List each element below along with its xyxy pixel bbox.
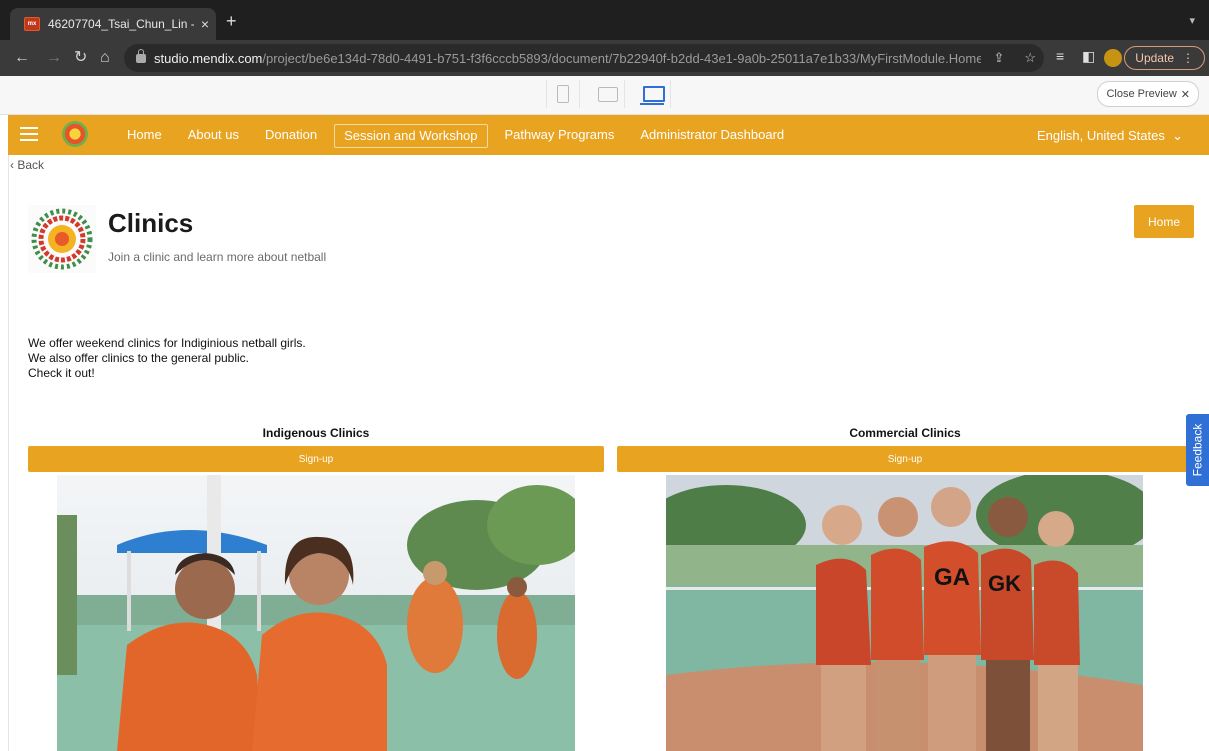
extension-icon[interactable]	[1104, 49, 1122, 67]
svg-text:GK: GK	[988, 571, 1021, 596]
commercial-clinics-heading: Commercial Clinics	[849, 426, 961, 440]
update-label: Update	[1135, 51, 1174, 65]
laptop-icon	[640, 86, 665, 105]
svg-text:GA: GA	[934, 564, 970, 591]
page-left-border	[8, 155, 9, 751]
browser-tab-bar: mx 46207704_Tsai_Chun_Lin - [H × + ▾	[0, 0, 1209, 40]
language-label: English, United States	[1036, 128, 1165, 143]
tablet-view-button[interactable]	[592, 80, 625, 108]
intro-line: Check it out!	[28, 366, 95, 380]
reload-icon[interactable]: ↻	[74, 48, 87, 68]
close-tab-icon[interactable]: ×	[194, 16, 216, 32]
back-arrow-icon[interactable]: ←	[14, 48, 30, 68]
nav-menu: Home About us Donation Session and Works…	[118, 124, 801, 148]
close-preview-label: Close Preview	[1106, 88, 1177, 100]
commercial-clinic-photo: GA GK	[666, 475, 1143, 751]
reading-list-icon[interactable]: ≡	[1056, 48, 1064, 64]
tab-title: 46207704_Tsai_Chun_Lin - [H	[48, 17, 194, 31]
language-selector[interactable]: English, United States ⌄	[1037, 128, 1183, 144]
more-vertical-icon: ⋮	[1182, 51, 1194, 65]
commercial-signup-button[interactable]: Sign-up	[617, 446, 1193, 472]
address-bar[interactable]: studio.mendix.com /project/be6e134d-78d0…	[124, 44, 1044, 72]
new-tab-icon[interactable]: +	[226, 12, 237, 30]
nav-item-donation[interactable]: Donation	[256, 124, 326, 146]
close-preview-button[interactable]: Close Preview ✕	[1097, 81, 1199, 107]
indigenous-clinics-heading: Indigenous Clinics	[262, 426, 370, 440]
url-path: /project/be6e134d-78d0-4491-b751-f3f6ccc…	[262, 50, 982, 66]
desktop-view-button[interactable]	[638, 80, 671, 108]
intro-line: We offer weekend clinics for Indiginious…	[28, 336, 306, 350]
close-icon: ✕	[1180, 88, 1190, 101]
nav-item-session-and-workshop[interactable]: Session and Workshop	[334, 124, 488, 148]
intro-line: We also offer clinics to the general pub…	[28, 351, 250, 365]
update-button[interactable]: Update ⋮	[1124, 46, 1205, 70]
tab-search-chevron-icon[interactable]: ▾	[1189, 14, 1195, 27]
home-icon[interactable]: ⌂	[100, 48, 110, 68]
indigenous-signup-button[interactable]: Sign-up	[28, 446, 604, 472]
app-navigation-bar: Home About us Donation Session and Works…	[8, 115, 1209, 155]
indigenous-clinic-photo	[57, 475, 575, 751]
page-subtitle: Join a clinic and learn more about netba…	[108, 250, 327, 264]
tablet-icon	[598, 86, 618, 102]
phone-icon	[557, 85, 569, 103]
site-logo-icon[interactable]	[62, 121, 88, 147]
back-link[interactable]: ‹ Back	[10, 158, 44, 172]
lock-icon	[136, 48, 146, 63]
nav-item-administrator-dashboard[interactable]: Administrator Dashboard	[631, 124, 793, 146]
feedback-label: Feedback	[1190, 423, 1205, 477]
chevron-down-icon: ⌄	[1168, 128, 1183, 143]
nav-item-about-us[interactable]: About us	[179, 124, 248, 146]
browser-toolbar: ← → ↻ ⌂ studio.mendix.com /project/be6e1…	[0, 40, 1209, 76]
phone-view-button[interactable]	[546, 80, 580, 108]
forward-arrow-icon[interactable]: →	[46, 48, 62, 68]
bookmark-star-icon[interactable]: ☆	[1024, 50, 1036, 66]
page-title: Clinics	[108, 208, 194, 238]
browser-tab[interactable]: mx 46207704_Tsai_Chun_Lin - [H ×	[10, 8, 216, 40]
home-button[interactable]: Home	[1134, 205, 1194, 238]
clinic-logo-image	[28, 205, 96, 273]
preview-toolbar: Close Preview ✕	[0, 76, 1209, 115]
nav-item-pathway-programs[interactable]: Pathway Programs	[496, 124, 624, 146]
hamburger-menu-icon[interactable]	[20, 127, 38, 141]
back-label: Back	[17, 158, 45, 172]
nav-item-home[interactable]: Home	[118, 124, 171, 146]
intro-text: We offer weekend clinics for Indiginious…	[28, 336, 306, 381]
feedback-tab[interactable]: Feedback	[1186, 414, 1209, 486]
share-icon[interactable]: ⇪	[993, 50, 1004, 66]
mendix-favicon-icon: mx	[24, 17, 40, 31]
url-host: studio.mendix.com	[154, 50, 263, 66]
side-panel-icon[interactable]: ◧	[1082, 48, 1095, 65]
